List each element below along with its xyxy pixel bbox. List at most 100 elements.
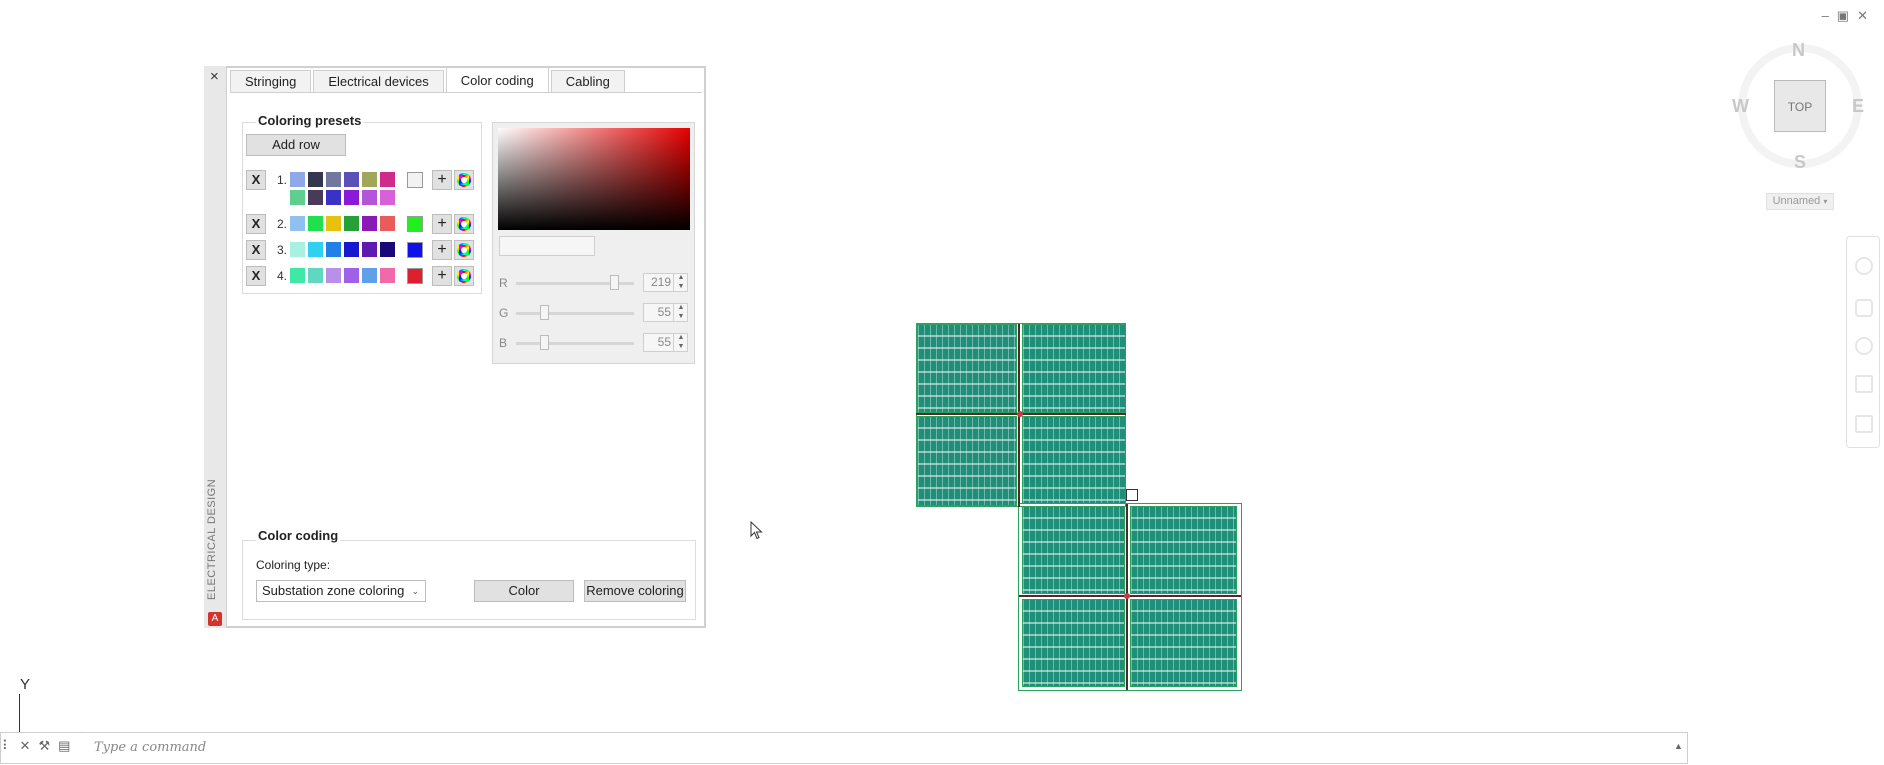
row-color-indicator[interactable]: [407, 216, 423, 232]
row-color-indicator[interactable]: [407, 172, 423, 188]
color-swatch[interactable]: [326, 216, 341, 231]
color-wheel-button[interactable]: [454, 170, 474, 190]
color-swatch[interactable]: [326, 268, 341, 283]
delete-row-button[interactable]: X: [246, 214, 266, 234]
color-swatch[interactable]: [326, 242, 341, 257]
color-gradient-field[interactable]: [498, 128, 690, 230]
compass-south[interactable]: S: [1794, 152, 1806, 173]
compass-west[interactable]: W: [1732, 96, 1749, 117]
substation-node[interactable]: [1124, 593, 1130, 599]
color-swatch[interactable]: [290, 242, 305, 257]
restore-icon[interactable]: ▣: [1837, 8, 1849, 24]
compass-east[interactable]: E: [1852, 96, 1864, 117]
orbit-icon[interactable]: [1855, 375, 1873, 393]
color-wheel-button[interactable]: [454, 240, 474, 260]
pan-icon[interactable]: [1855, 299, 1873, 317]
palette-tabs: Stringing Electrical devices Color codin…: [230, 67, 627, 92]
b-spinner[interactable]: ▲ ▼: [673, 333, 688, 352]
app-logo-icon[interactable]: A: [208, 612, 222, 626]
viewcube-top-face[interactable]: TOP: [1774, 80, 1826, 132]
spin-down-icon[interactable]: ▼: [674, 282, 688, 291]
color-swatch[interactable]: [380, 216, 395, 231]
add-color-button[interactable]: +: [432, 266, 452, 286]
spin-down-icon[interactable]: ▼: [674, 342, 688, 351]
add-color-button[interactable]: +: [432, 170, 452, 190]
add-color-button[interactable]: +: [432, 240, 452, 260]
compass-north[interactable]: N: [1792, 40, 1805, 61]
color-swatch[interactable]: [380, 172, 395, 187]
selection-grip[interactable]: [1126, 489, 1138, 501]
color-swatch[interactable]: [362, 242, 377, 257]
showmotion-icon[interactable]: [1855, 415, 1873, 433]
color-swatch[interactable]: [344, 242, 359, 257]
tab-electrical-devices[interactable]: Electrical devices: [313, 70, 444, 92]
command-input[interactable]: Type a command: [94, 740, 206, 755]
tab-stringing[interactable]: Stringing: [230, 70, 312, 92]
delete-row-button[interactable]: X: [246, 266, 266, 286]
color-swatch[interactable]: [344, 268, 359, 283]
add-color-button[interactable]: +: [432, 214, 452, 234]
color-swatch[interactable]: [344, 190, 359, 205]
spin-up-icon[interactable]: ▲: [674, 303, 688, 312]
ucs-name: Unnamed: [1772, 195, 1821, 207]
r-spinner[interactable]: ▲ ▼: [673, 273, 688, 292]
minimize-icon[interactable]: –: [1822, 8, 1829, 24]
color-swatch[interactable]: [290, 190, 305, 205]
customize-icon[interactable]: ⚒: [38, 738, 50, 754]
color-wheel-icon: [457, 217, 471, 231]
grip-icon[interactable]: ⠇: [2, 738, 12, 754]
row-color-indicator[interactable]: [407, 268, 423, 284]
g-slider-track[interactable]: [516, 312, 634, 315]
r-slider-thumb[interactable]: [610, 275, 619, 290]
palette-close-icon[interactable]: ×: [210, 68, 219, 85]
color-swatch[interactable]: [290, 216, 305, 231]
close-icon[interactable]: ✕: [20, 738, 31, 754]
color-swatch[interactable]: [362, 268, 377, 283]
g-slider-thumb[interactable]: [540, 305, 549, 320]
color-swatch[interactable]: [344, 172, 359, 187]
delete-row-button[interactable]: X: [246, 240, 266, 260]
color-swatch[interactable]: [326, 172, 341, 187]
color-swatch[interactable]: [290, 172, 305, 187]
command-history-icon[interactable]: ▤: [58, 738, 70, 754]
color-swatch[interactable]: [362, 172, 377, 187]
b-slider-track[interactable]: [516, 342, 634, 345]
color-swatch[interactable]: [380, 268, 395, 283]
color-swatch[interactable]: [308, 242, 323, 257]
b-slider-thumb[interactable]: [540, 335, 549, 350]
substation-node[interactable]: [1017, 411, 1023, 417]
zone-divider: [1019, 595, 1241, 597]
ucs-menu[interactable]: Unnamed ▾: [1766, 193, 1834, 210]
color-swatch[interactable]: [308, 190, 323, 205]
color-wheel-button[interactable]: [454, 266, 474, 286]
color-swatch[interactable]: [362, 216, 377, 231]
tab-cabling[interactable]: Cabling: [550, 70, 625, 92]
coloring-type-select[interactable]: Substation zone coloring ⌄: [256, 580, 426, 602]
color-swatch[interactable]: [326, 190, 341, 205]
color-swatch[interactable]: [290, 268, 305, 283]
zoom-icon[interactable]: [1855, 337, 1873, 355]
color-swatch[interactable]: [380, 190, 395, 205]
close-window-icon[interactable]: ✕: [1857, 8, 1868, 24]
color-swatch[interactable]: [344, 216, 359, 231]
command-line: [0, 732, 1688, 764]
spin-up-icon[interactable]: ▲: [674, 273, 688, 282]
color-button[interactable]: Color: [474, 580, 574, 602]
remove-coloring-button[interactable]: Remove coloring: [584, 580, 686, 602]
spin-down-icon[interactable]: ▼: [674, 312, 688, 321]
spin-up-icon[interactable]: ▲: [674, 333, 688, 342]
add-row-button[interactable]: Add row: [246, 134, 346, 156]
color-swatch[interactable]: [308, 268, 323, 283]
color-swatch[interactable]: [308, 216, 323, 231]
color-swatch[interactable]: [362, 190, 377, 205]
color-swatch[interactable]: [380, 242, 395, 257]
steering-wheel-icon[interactable]: [1855, 257, 1873, 275]
color-swatch[interactable]: [308, 172, 323, 187]
delete-row-button[interactable]: X: [246, 170, 266, 190]
color-wheel-button[interactable]: [454, 214, 474, 234]
g-spinner[interactable]: ▲ ▼: [673, 303, 688, 322]
color-wheel-icon: [457, 243, 471, 257]
chevron-up-icon[interactable]: ▲: [1674, 741, 1683, 751]
row-color-indicator[interactable]: [407, 242, 423, 258]
tab-color-coding[interactable]: Color coding: [445, 67, 549, 92]
